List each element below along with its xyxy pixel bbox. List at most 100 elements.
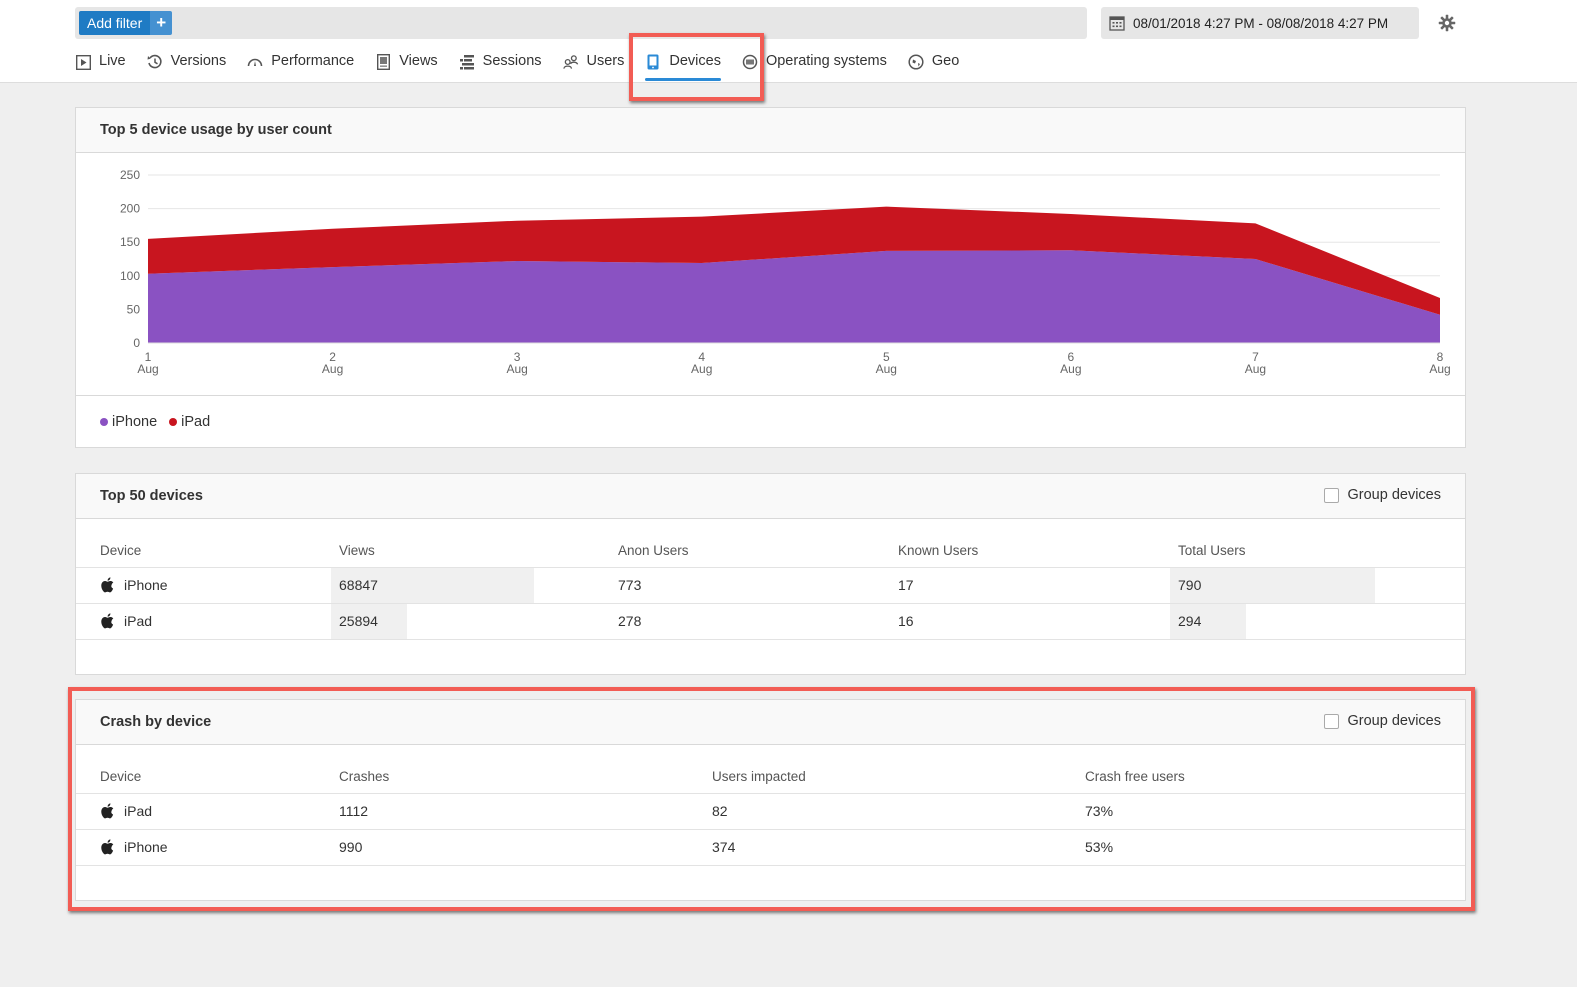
plus-icon: +	[150, 11, 173, 35]
table-row[interactable]: iPhone 68847 773 17 790	[76, 567, 1465, 604]
group-devices-checkbox[interactable]: Group devices	[1323, 713, 1442, 729]
y-tick-label: 0	[133, 336, 140, 350]
tab-label: Views	[399, 53, 438, 69]
os-icon	[742, 54, 758, 70]
panel-header: Top 50 devices Group devices	[76, 474, 1465, 519]
add-filter-label: Add filter	[79, 11, 151, 35]
views-cell: 68847	[331, 567, 610, 604]
column-header-crash-free-users[interactable]: Crash free users	[1085, 745, 1465, 794]
y-tick-label: 150	[120, 235, 140, 249]
column-header-users-impacted[interactable]: Users impacted	[712, 745, 1085, 794]
panel-header: Crash by device Group devices	[76, 700, 1465, 745]
table-spacer	[76, 639, 1465, 675]
x-tick-month: Aug	[1429, 362, 1450, 376]
device-name: iPad	[124, 613, 153, 629]
column-header-known-users[interactable]: Known Users	[890, 519, 1170, 568]
anon-users-cell: 773	[610, 567, 890, 604]
gear-icon[interactable]	[1436, 12, 1458, 34]
crashes-cell: 990	[339, 829, 712, 866]
tab-live[interactable]: Live	[75, 48, 126, 82]
crash-free-users-cell: 73%	[1085, 793, 1465, 830]
users-icon	[562, 54, 579, 70]
chart-legend: iPhone iPad	[76, 396, 1465, 447]
tab-views[interactable]: Views	[375, 48, 438, 82]
column-header-device[interactable]: Device	[76, 745, 339, 794]
column-header-anon-users[interactable]: Anon Users	[610, 519, 890, 568]
add-filter-button[interactable]: Add filter +	[79, 11, 173, 35]
device-cell: iPhone	[76, 829, 339, 866]
users-impacted-cell: 374	[712, 829, 1085, 866]
x-tick-month: Aug	[506, 362, 527, 376]
mobile-device-icon	[645, 54, 661, 70]
tab-performance[interactable]: Performance	[247, 48, 354, 82]
device-cell: iPad	[76, 793, 339, 830]
table-spacer	[76, 865, 1465, 901]
x-tick-month: Aug	[137, 362, 158, 376]
legend-item-iphone[interactable]: iPhone	[100, 414, 157, 430]
history-icon	[147, 54, 163, 70]
y-tick-label: 200	[120, 202, 140, 216]
date-range-picker[interactable]: 08/01/2018 4:27 PM - 08/08/2018 4:27 PM	[1101, 7, 1419, 39]
tab-devices[interactable]: Devices	[645, 48, 721, 82]
total-users-cell: 790	[1170, 567, 1465, 604]
tab-label: Sessions	[482, 53, 542, 69]
gauge-icon	[247, 54, 263, 70]
y-tick-label: 50	[127, 302, 141, 316]
tab-users[interactable]: Users	[562, 48, 625, 82]
device-usage-panel: Top 5 device usage by user count 0 50 100 1…	[75, 107, 1466, 448]
device-cell: iPhone	[76, 567, 331, 604]
apple-icon	[101, 613, 114, 629]
table-header-row: Device Views Anon Users Known Users Tota…	[76, 519, 1465, 568]
play-icon	[75, 54, 91, 70]
device-name: iPad	[124, 803, 153, 819]
total-users-cell: 294	[1170, 603, 1465, 640]
legend-label: iPhone	[112, 413, 158, 430]
legend-item-ipad[interactable]: iPad	[169, 414, 210, 430]
crash-by-device-panel: Crash by device Group devices Device Cra…	[75, 699, 1466, 901]
tab-sessions[interactable]: Sessions	[459, 48, 542, 82]
column-header-crashes[interactable]: Crashes	[339, 745, 712, 794]
group-devices-checkbox[interactable]: Group devices	[1323, 487, 1441, 503]
known-users-cell: 17	[890, 567, 1170, 604]
users-impacted-cell: 82	[712, 793, 1085, 830]
tab-label: Users	[586, 53, 625, 69]
top-devices-table: Device Views Anon Users Known Users Tota…	[76, 519, 1465, 675]
tab-versions[interactable]: Versions	[147, 48, 227, 82]
top-bar: Add filter + 08/01/2018 4:27 PM - 08/08/…	[0, 0, 1577, 83]
y-tick-label: 250	[120, 168, 140, 182]
tab-label: Versions	[170, 53, 227, 69]
tab-geo[interactable]: Geo	[908, 48, 959, 82]
table-header-row: Device Crashes Users impacted Crash free…	[76, 745, 1465, 794]
filter-bar[interactable]: Add filter +	[75, 7, 1087, 39]
device-name: iPhone	[124, 839, 168, 855]
table-row[interactable]: iPhone 990 374 53%	[76, 829, 1465, 866]
anon-users-cell: 278	[610, 603, 890, 640]
column-header-views[interactable]: Views	[331, 519, 610, 568]
column-header-device[interactable]: Device	[76, 519, 331, 568]
panel-title: Crash by device	[100, 714, 212, 730]
checkbox-label: Group devices	[1347, 713, 1442, 729]
checkbox-box[interactable]	[1323, 713, 1339, 729]
tab-label: Live	[99, 53, 126, 69]
views-cell: 25894	[331, 603, 610, 640]
panel-title: Top 50 devices	[100, 488, 203, 504]
x-tick-month: Aug	[876, 362, 897, 376]
column-header-total-users[interactable]: Total Users	[1170, 519, 1465, 568]
y-tick-label: 100	[120, 269, 140, 283]
tab-operating-systems[interactable]: Operating systems	[742, 48, 887, 82]
x-tick-month: Aug	[691, 362, 712, 376]
panel-header: Top 5 device usage by user count	[76, 108, 1465, 153]
checkbox-box[interactable]	[1323, 487, 1339, 503]
device-name: iPhone	[124, 577, 168, 593]
apple-icon	[101, 803, 114, 819]
legend-swatch-ipad	[169, 417, 178, 426]
panel-title: Top 5 device usage by user count	[100, 122, 332, 138]
tab-label: Operating systems	[765, 53, 887, 69]
table-row[interactable]: iPad 1112 82 73%	[76, 793, 1465, 830]
usage-area-chart: 0501001502002501Aug2Aug3Aug4Aug5Aug6Aug7…	[120, 168, 1451, 376]
x-tick-month: Aug	[1245, 362, 1266, 376]
tab-label: Devices	[669, 53, 721, 69]
sessions-icon	[459, 54, 475, 70]
document-icon	[375, 54, 391, 70]
table-row[interactable]: iPad 25894 278 16 294	[76, 603, 1465, 640]
